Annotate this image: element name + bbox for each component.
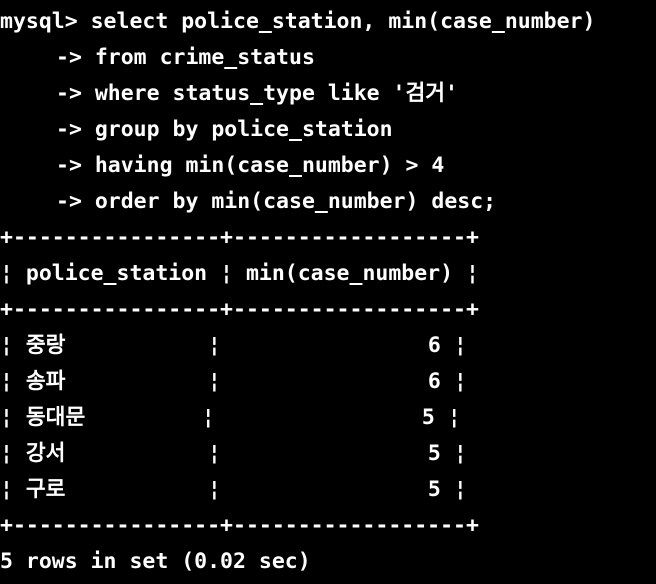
- cell-police-station: 구로: [25, 477, 66, 502]
- table-header-row: ¦ police_station ¦ min(case_number) ¦: [0, 261, 479, 286]
- cell-police-station: 중랑: [25, 333, 66, 358]
- cell-min-case-number: 6: [427, 333, 441, 358]
- table-border-mid: +----------------+------------------+: [0, 297, 479, 322]
- query-text-6: order by min(case_number) desc;: [94, 189, 497, 214]
- query-text-1: select police_station, min(case_number): [90, 9, 596, 34]
- table-row: ¦ 중랑 ¦ 6 ¦: [0, 333, 467, 358]
- table-body: ¦ 중랑 ¦ 6 ¦ ¦ 송파 ¦ 6 ¦ ¦ 동대문 ¦ 5 ¦ ¦ 강서 ¦ 5 …: [0, 328, 656, 508]
- query-line-4: -> group by police_station: [0, 112, 656, 148]
- cell-min-case-number: 5: [421, 405, 435, 430]
- table-row: ¦ 강서 ¦ 5 ¦: [0, 441, 467, 466]
- query-line-3: -> where status_type like '검거': [0, 76, 656, 112]
- query-text-2: from crime_status: [94, 45, 315, 70]
- continuation-prompt: ->: [56, 117, 95, 142]
- table-row: ¦ 구로 ¦ 5 ¦: [0, 477, 467, 502]
- query-line-6: -> order by min(case_number) desc;: [0, 184, 656, 220]
- query-text-5: having min(case_number) > 4: [94, 153, 445, 178]
- column-header-min-case-number: min(case_number): [245, 261, 454, 286]
- cell-police-station: 동대문: [25, 405, 86, 430]
- continuation-prompt: ->: [56, 45, 95, 70]
- table-row: ¦ 송파 ¦ 6 ¦: [0, 369, 467, 394]
- cell-min-case-number: 6: [427, 369, 441, 394]
- result-summary: 5 rows in set (0.02 sec): [0, 549, 311, 574]
- continuation-prompt: ->: [56, 81, 95, 106]
- query-line-1: mysql> select police_station, min(case_n…: [0, 4, 656, 40]
- continuation-prompt: ->: [56, 189, 95, 214]
- query-text-3: where status_type like '검거': [94, 81, 459, 106]
- table-border-top: +----------------+------------------+: [0, 225, 479, 250]
- cell-min-case-number: 5: [427, 441, 441, 466]
- query-line-5: -> having min(case_number) > 4: [0, 148, 656, 184]
- terminal-window[interactable]: mysql> select police_station, min(case_n…: [0, 0, 656, 584]
- query-line-2: -> from crime_status: [0, 40, 656, 76]
- query-text-4: group by police_station: [94, 117, 393, 142]
- cell-min-case-number: 5: [427, 477, 441, 502]
- mysql-prompt: mysql>: [0, 9, 91, 34]
- cell-police-station: 송파: [25, 369, 66, 394]
- table-border-bottom: +----------------+------------------+: [0, 513, 479, 538]
- column-header-police-station: police_station: [25, 261, 208, 286]
- table-row: ¦ 동대문 ¦ 5 ¦: [0, 405, 461, 430]
- cell-police-station: 강서: [25, 441, 66, 466]
- continuation-prompt: ->: [56, 153, 95, 178]
